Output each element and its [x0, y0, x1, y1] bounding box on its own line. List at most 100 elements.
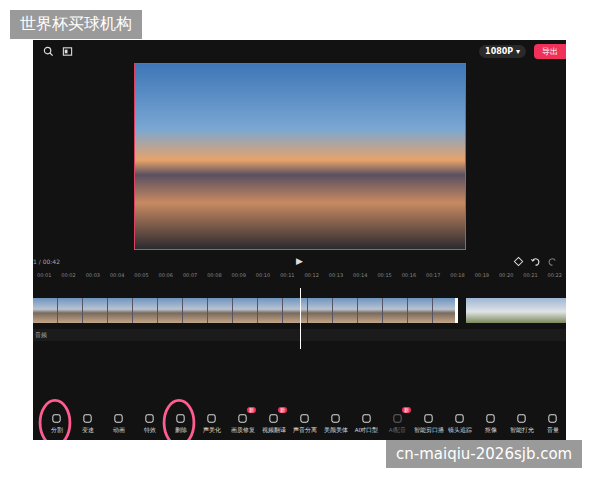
- toolbar-item[interactable]: 分割: [41, 413, 72, 434]
- tool-label: 智能剪口播: [414, 427, 444, 434]
- top-bar: 1080P ▾ 导出: [33, 40, 566, 63]
- ruler-tick: 00:08: [207, 272, 221, 278]
- tool-label: 删除: [175, 427, 187, 434]
- tool-label: 抠像: [485, 427, 497, 434]
- ruler-tick: 00:19: [475, 272, 489, 278]
- ruler-tick: 00:02: [61, 272, 75, 278]
- tool-icon: [423, 413, 434, 424]
- clip-thumbnail: [108, 298, 133, 323]
- tool-label: 分割: [51, 427, 63, 434]
- toolbar-item[interactable]: 抠像: [475, 413, 506, 434]
- toolbar-item[interactable]: 特效: [134, 413, 165, 434]
- editor-app: 1080P ▾导出1 / 00:42▶00:0100:0200:0300:040…: [33, 40, 566, 440]
- tool-icon: [454, 413, 465, 424]
- toolbar-item[interactable]: 声音分离: [289, 413, 320, 434]
- clip-thumbnail: [358, 298, 383, 323]
- ruler-tick: 00:17: [426, 272, 440, 278]
- keyframe-icon[interactable]: [513, 256, 524, 267]
- ruler-tick: 00:13: [329, 272, 343, 278]
- redo-icon[interactable]: [547, 256, 558, 267]
- toolbar-item[interactable]: 智能剪口播: [413, 413, 444, 434]
- clip-thumbnail: [83, 298, 108, 323]
- tool-label: 变速: [82, 427, 94, 434]
- timeline[interactable]: 00:0100:0200:0300:0400:0500:0600:0700:08…: [33, 270, 566, 341]
- toolbar-item[interactable]: 画质修复新: [227, 413, 258, 434]
- new-badge: 新: [402, 407, 411, 413]
- toolbar-item[interactable]: AI配音新: [382, 413, 413, 434]
- toolbar-item[interactable]: AI对口型: [351, 413, 382, 434]
- clip-thumbnail: [58, 298, 83, 323]
- ruler-tick: 00:21: [523, 272, 537, 278]
- ruler-tick: 00:15: [377, 272, 391, 278]
- toolbar-item[interactable]: 镜头追踪: [444, 413, 475, 434]
- tool-label: 美颜美体: [324, 427, 348, 434]
- tool-icon: [175, 413, 186, 424]
- preview-area: [33, 63, 566, 250]
- tool-label: 声音分离: [293, 427, 317, 434]
- toolbar-item[interactable]: 音量: [537, 413, 566, 434]
- tool-icon: [516, 413, 527, 424]
- ruler-tick: 00:01: [37, 272, 51, 278]
- ruler-tick: 00:05: [134, 272, 148, 278]
- clip-thumbnail: [33, 298, 58, 323]
- search-icon[interactable]: [43, 46, 54, 57]
- time-ruler: 00:0100:0200:0300:0400:0500:0600:0700:08…: [33, 270, 566, 280]
- clip-thumbnail: [408, 298, 433, 323]
- time-display: 1 / 00:42: [33, 258, 60, 265]
- ruler-tick: 00:18: [450, 272, 464, 278]
- toolbar-item[interactable]: 视频翻译新: [258, 413, 289, 434]
- toolbar-item[interactable]: 变速: [72, 413, 103, 434]
- layout-icon[interactable]: [62, 46, 73, 57]
- toolbar-item[interactable]: 声美化: [196, 413, 227, 434]
- export-button[interactable]: 导出: [534, 44, 566, 59]
- clip-thumbnail: [158, 298, 183, 323]
- clip-thumbnail: [333, 298, 358, 323]
- play-button[interactable]: ▶: [296, 256, 303, 266]
- resolution-button[interactable]: 1080P ▾: [479, 45, 526, 58]
- undo-icon[interactable]: [530, 256, 541, 267]
- tool-icon: [206, 413, 217, 424]
- ruler-tick: 00:16: [402, 272, 416, 278]
- highlight-circle: [36, 393, 74, 440]
- player-controls: 1 / 00:42 ▶: [33, 250, 566, 270]
- new-badge: 新: [278, 407, 287, 413]
- video-clip[interactable]: [466, 298, 566, 323]
- tool-icon: [113, 413, 124, 424]
- tool-label: 声美化: [203, 427, 221, 434]
- ruler-tick: 00:03: [86, 272, 100, 278]
- ruler-tick: 00:09: [232, 272, 246, 278]
- ruler-tick: 00:22: [548, 272, 562, 278]
- toolbar-item[interactable]: 美颜美体: [320, 413, 351, 434]
- tool-icon: [547, 413, 558, 424]
- clip-thumbnail: [308, 298, 333, 323]
- page: 世界杯买球机构 1080P ▾ 导出 1 / 00:42 ▶ 00:01 00:02 00:0…: [0, 0, 600, 480]
- toolbar: 分割变速动画特效删除声美化画质修复新视频翻译新声音分离美颜美体AI对口型AI配音…: [33, 413, 566, 440]
- tool-label: 视频翻译: [262, 427, 286, 434]
- tool-label: 音量: [547, 427, 559, 434]
- ruler-tick: 00:07: [183, 272, 197, 278]
- tool-icon: [392, 413, 403, 424]
- tool-icon: [51, 413, 62, 424]
- tool-label: 镜头追踪: [448, 427, 472, 434]
- toolbar-item[interactable]: 动画: [103, 413, 134, 434]
- clip-thumbnail: [283, 298, 308, 323]
- ruler-tick: 00:06: [159, 272, 173, 278]
- tool-label: 动画: [113, 427, 125, 434]
- tool-label: 智能打光: [510, 427, 534, 434]
- clip-thumbnail: [183, 298, 208, 323]
- ruler-tick: 00:10: [256, 272, 270, 278]
- tool-label: AI配音: [389, 427, 406, 434]
- highlight-circle: [160, 393, 198, 440]
- tool-icon: [237, 413, 248, 424]
- clip-thumbnail: [433, 298, 458, 323]
- watermark-top: 世界杯买球机构: [10, 10, 142, 39]
- video-clip[interactable]: [33, 298, 458, 323]
- tool-icon: [330, 413, 341, 424]
- toolbar-item[interactable]: 删除: [165, 413, 196, 434]
- new-badge: 新: [247, 407, 256, 413]
- tool-icon: [299, 413, 310, 424]
- tool-icon: [268, 413, 279, 424]
- playhead[interactable]: [300, 288, 301, 349]
- toolbar-item[interactable]: 智能打光: [506, 413, 537, 434]
- tool-label: 画质修复: [231, 427, 255, 434]
